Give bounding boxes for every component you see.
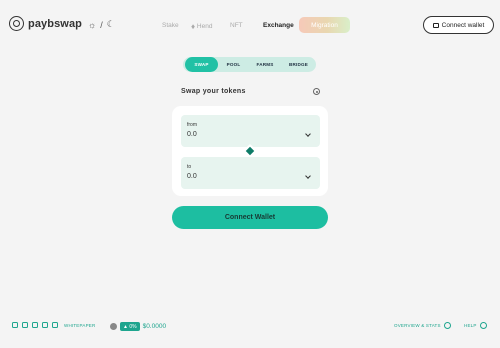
- connect-wallet-label: Connect wallet: [441, 21, 485, 29]
- overview-stats-label: OVERVIEW & STATS: [394, 323, 441, 328]
- from-label: from: [187, 122, 197, 128]
- swap-title: Swap your tokens: [181, 88, 246, 95]
- token-price: $0.0000: [142, 323, 167, 330]
- overview-stats-link[interactable]: OVERVIEW & STATS: [394, 322, 451, 329]
- nav-migration[interactable]: Migration: [299, 17, 350, 33]
- nav-hend[interactable]: ♦ Hend: [191, 22, 212, 31]
- to-field[interactable]: to 0.0: [181, 157, 320, 189]
- tab-bridge[interactable]: BRIDGE: [283, 57, 314, 72]
- to-amount-input[interactable]: 0.0: [187, 173, 197, 180]
- moon-icon[interactable]: ☾: [107, 19, 115, 30]
- token-price-widget: ▲ 0% $0.0000: [110, 322, 166, 331]
- wallet-icon: [432, 22, 439, 28]
- document-icon[interactable]: [52, 322, 58, 328]
- nav-stake[interactable]: Stake: [162, 22, 179, 29]
- price-change-badge: ▲ 0%: [120, 322, 140, 331]
- whitepaper-link[interactable]: WHITEPAPER: [64, 323, 95, 328]
- from-token-chevron-icon[interactable]: [305, 131, 311, 137]
- nav-nft[interactable]: NFT: [230, 22, 243, 29]
- nav-hend-label: Hend: [196, 23, 213, 30]
- to-label: to: [187, 164, 192, 170]
- gem-icon: ♦: [191, 22, 196, 31]
- tab-pool[interactable]: POOL: [221, 57, 246, 72]
- nav-exchange[interactable]: Exchange: [263, 22, 294, 29]
- help-label: HELP: [464, 323, 477, 328]
- social-links: WHITEPAPER: [12, 322, 95, 328]
- from-field[interactable]: from 0.0: [181, 115, 320, 147]
- info-icon: [443, 322, 451, 329]
- settings-icon[interactable]: [313, 88, 320, 95]
- twitter-icon[interactable]: [32, 322, 38, 328]
- theme-separator: /: [100, 19, 103, 30]
- telegram-icon[interactable]: [22, 322, 28, 328]
- logo[interactable]: paybswap: [9, 16, 82, 31]
- medium-icon[interactable]: [12, 322, 18, 328]
- help-link[interactable]: HELP: [464, 322, 487, 329]
- logo-icon: [9, 16, 24, 31]
- token-logo-icon: [110, 323, 117, 330]
- tab-farms[interactable]: FARMS: [249, 57, 281, 72]
- exchange-tabs: SWAP POOL FARMS BRIDGE: [183, 57, 316, 72]
- connect-wallet-main-button[interactable]: Connect Wallet: [172, 206, 328, 229]
- sun-icon[interactable]: ☼: [88, 20, 96, 30]
- help-icon: [479, 322, 487, 329]
- github-icon[interactable]: [42, 322, 48, 328]
- theme-toggle[interactable]: ☼ / ☾: [88, 19, 115, 30]
- tab-swap[interactable]: SWAP: [185, 57, 218, 72]
- from-amount-input[interactable]: 0.0: [187, 131, 197, 138]
- connect-wallet-button[interactable]: Connect wallet: [423, 16, 494, 34]
- to-token-chevron-icon[interactable]: [305, 173, 311, 179]
- logo-text: paybswap: [28, 17, 82, 30]
